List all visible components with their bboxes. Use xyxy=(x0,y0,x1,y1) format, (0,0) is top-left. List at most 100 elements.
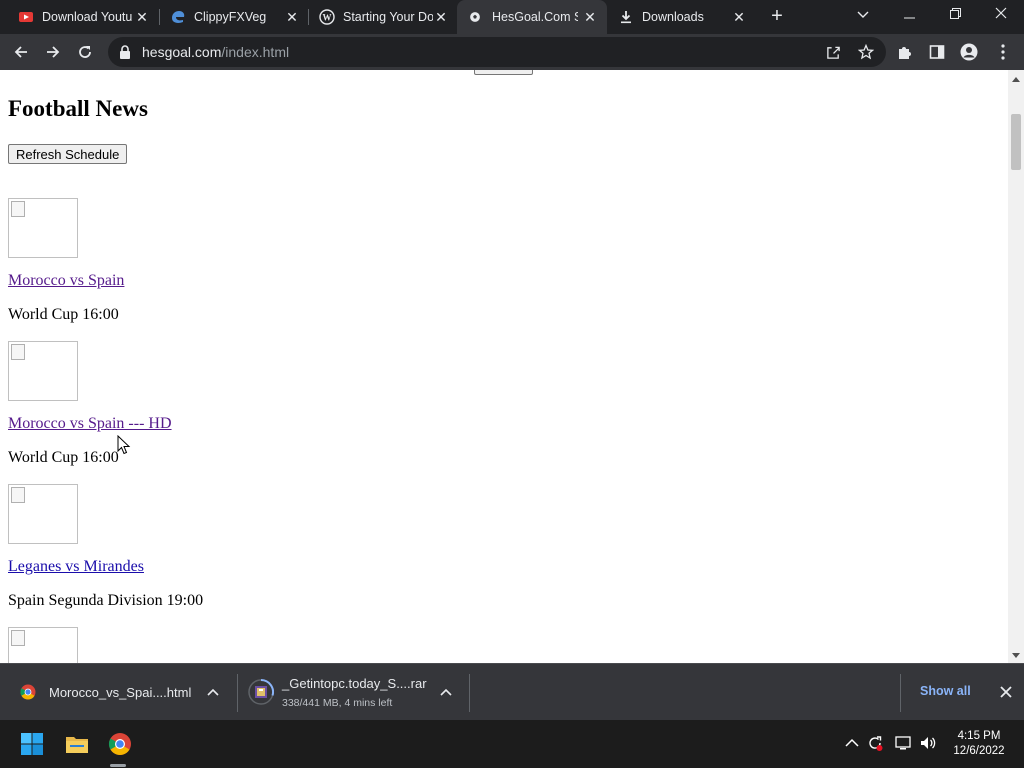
scroll-down-arrow-icon[interactable] xyxy=(1012,653,1020,658)
download-separator xyxy=(900,674,901,712)
broken-image-icon[interactable] xyxy=(8,341,78,401)
close-icon xyxy=(995,7,1007,19)
profile-icon xyxy=(960,43,978,61)
page-viewport: Football News Refresh Schedule Morocco v… xyxy=(0,70,1008,663)
tab-search-button[interactable] xyxy=(840,0,886,30)
wordpress-icon: W xyxy=(319,9,335,25)
scrollbar-thumb[interactable] xyxy=(1011,114,1021,170)
sync-icon[interactable] xyxy=(866,734,884,752)
address-bar[interactable]: hesgoal.com/index.html xyxy=(108,37,886,67)
tab-wordpress[interactable]: W Starting Your Do ✕ xyxy=(309,0,457,34)
refresh-schedule-button[interactable]: Refresh Schedule xyxy=(8,144,128,164)
close-icon[interactable]: ✕ xyxy=(284,9,300,25)
reload-button[interactable] xyxy=(72,39,98,65)
close-icon[interactable]: ✕ xyxy=(731,9,747,25)
tab-title: Downloads xyxy=(642,10,704,24)
download-progress-status: 338/441 MB, 4 mins left xyxy=(282,697,393,709)
download-item[interactable]: _Getintopc.today_S....rar 338/441 MB, 4 … xyxy=(238,664,468,721)
download-shelf: Morocco_vs_Spai....html _Getintopc.today… xyxy=(0,663,1024,720)
restore-icon xyxy=(949,8,961,19)
puzzle-icon xyxy=(899,47,911,59)
match-item: Morocco vs Spain World Cup 16:00 xyxy=(8,198,408,341)
match-item: Morocco vs Spain --- HD World Cup 16:00 xyxy=(8,341,408,484)
download-item[interactable]: Morocco_vs_Spai....html xyxy=(0,664,236,721)
reload-icon xyxy=(79,46,91,58)
file-explorer-icon[interactable] xyxy=(65,732,89,756)
match-link[interactable]: Leganes vs Mirandes xyxy=(8,558,144,576)
winrar-archive-icon xyxy=(248,679,274,705)
active-app-indicator xyxy=(110,764,126,767)
share-icon[interactable] xyxy=(826,45,841,60)
close-icon[interactable]: ✕ xyxy=(582,9,598,25)
close-icon[interactable]: ✕ xyxy=(433,9,449,25)
chevron-down-icon xyxy=(857,11,869,18)
download-filename: Morocco_vs_Spai....html xyxy=(49,685,192,700)
match-item xyxy=(8,627,408,663)
scroll-up-arrow-icon[interactable] xyxy=(1012,77,1020,82)
system-clock[interactable]: 4:15 PM 12/6/2022 xyxy=(944,729,1014,759)
extensions-button[interactable] xyxy=(892,39,918,65)
chrome-icon[interactable] xyxy=(108,732,132,756)
tab-downloads[interactable]: Downloads ✕ xyxy=(608,0,758,34)
broken-image-icon[interactable] xyxy=(8,198,78,258)
page-title: Football News xyxy=(8,96,148,121)
url-text[interactable]: hesgoal.com/index.html xyxy=(142,44,289,60)
close-window-button[interactable] xyxy=(978,0,1024,30)
chevron-up-icon[interactable] xyxy=(439,685,453,699)
tab-title: Starting Your Do xyxy=(343,10,433,24)
tab-download-youtube[interactable]: Download Youtu ✕ xyxy=(8,0,158,34)
close-icon[interactable]: ✕ xyxy=(134,9,150,25)
forward-button[interactable] xyxy=(40,39,66,65)
partially-visible-button[interactable] xyxy=(474,70,533,75)
mouse-cursor-icon xyxy=(117,435,131,455)
edge-style-icon xyxy=(172,11,185,23)
download-filename: _Getintopc.today_S....rar xyxy=(282,676,427,691)
show-all-downloads-link[interactable]: Show all xyxy=(920,684,971,698)
tab-hesgoal[interactable]: HesGoal.Com Sp ✕ xyxy=(457,0,607,34)
restore-button[interactable] xyxy=(932,0,978,30)
lock-icon[interactable] xyxy=(118,44,132,60)
clock-date: 12/6/2022 xyxy=(953,745,1005,757)
close-icon[interactable] xyxy=(997,683,1015,701)
profile-button[interactable] xyxy=(956,39,982,65)
tab-clippyfxveg[interactable]: ClippyFXVeg ✕ xyxy=(160,0,308,34)
side-panel-button[interactable] xyxy=(924,39,950,65)
chevron-up-icon[interactable] xyxy=(843,734,861,752)
broken-image-icon[interactable] xyxy=(8,484,78,544)
url-host: hesgoal.com xyxy=(142,44,222,60)
svg-text:W: W xyxy=(323,13,332,23)
kebab-menu-icon xyxy=(1001,44,1005,60)
windows-taskbar: 4:15 PM 12/6/2022 xyxy=(0,720,1024,768)
youtube-red-icon xyxy=(19,12,33,22)
soccer-ball-icon xyxy=(470,12,480,22)
match-info: World Cup 16:00 xyxy=(8,306,119,323)
minimize-button[interactable] xyxy=(886,0,932,30)
arrow-left-icon xyxy=(14,46,27,58)
download-icon xyxy=(621,11,631,24)
clock-time: 4:15 PM xyxy=(957,730,1001,742)
tab-strip: Download Youtu ✕ ClippyFXVeg ✕ W Startin… xyxy=(0,0,1024,34)
match-link[interactable]: Morocco vs Spain --- HD xyxy=(8,415,172,433)
match-info: Spain Segunda Division 19:00 xyxy=(8,592,204,609)
windows-start-icon[interactable] xyxy=(20,732,44,756)
minimize-icon xyxy=(903,17,915,19)
tab-title: ClippyFXVeg xyxy=(194,10,267,24)
arrow-right-icon xyxy=(47,46,60,58)
match-link[interactable]: Morocco vs Spain xyxy=(8,272,124,290)
back-button[interactable] xyxy=(8,39,34,65)
tab-title: Download Youtu xyxy=(42,10,132,24)
browser-toolbar: hesgoal.com/index.html xyxy=(0,34,1024,70)
tab-title: HesGoal.Com Sp xyxy=(492,10,578,24)
new-tab-button[interactable]: + xyxy=(766,6,788,28)
network-icon[interactable] xyxy=(894,734,912,752)
download-separator xyxy=(469,674,470,712)
chevron-up-icon[interactable] xyxy=(206,685,220,699)
bookmark-star-icon[interactable] xyxy=(858,44,874,60)
vertical-scrollbar[interactable] xyxy=(1008,70,1024,663)
match-info: World Cup 16:00 xyxy=(8,449,119,466)
broken-image-icon[interactable] xyxy=(8,627,78,663)
chrome-icon xyxy=(20,684,36,700)
menu-button[interactable] xyxy=(990,39,1016,65)
volume-icon[interactable] xyxy=(919,734,937,752)
match-item: Leganes vs Mirandes Spain Segunda Divisi… xyxy=(8,484,408,627)
